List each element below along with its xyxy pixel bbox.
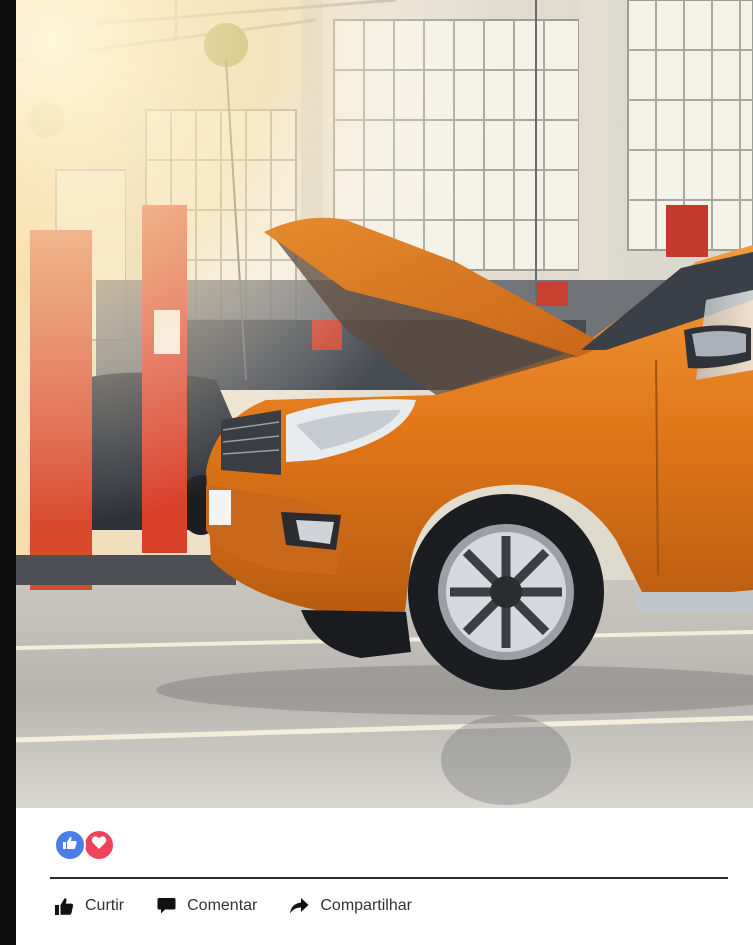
like-reaction — [54, 829, 86, 861]
share-arrow-icon — [289, 896, 309, 916]
post-actions-bar: Curtir Comentar Compartilhar — [54, 889, 412, 923]
left-frame-border — [0, 0, 16, 945]
share-button[interactable]: Compartilhar — [289, 896, 412, 916]
reaction-summary[interactable] — [54, 828, 115, 862]
thumbs-up-icon — [54, 896, 74, 916]
like-button[interactable]: Curtir — [54, 896, 124, 916]
comment-label: Comentar — [187, 897, 258, 914]
love-reaction — [83, 829, 115, 861]
heart-icon — [91, 835, 107, 855]
reaction-divider — [50, 877, 728, 879]
share-label: Compartilhar — [320, 897, 412, 914]
speech-bubble-icon — [156, 896, 176, 916]
like-label: Curtir — [85, 897, 125, 914]
comment-button[interactable]: Comentar — [156, 896, 257, 916]
thumbs-up-icon — [62, 835, 78, 856]
post-image[interactable] — [16, 0, 753, 808]
